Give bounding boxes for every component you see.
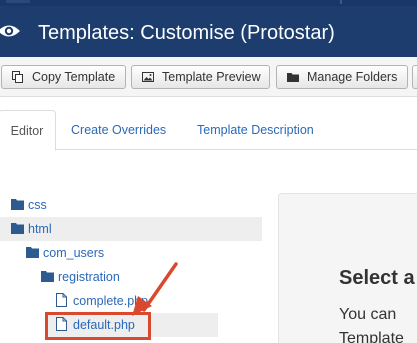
panel-text: You can — [339, 306, 397, 323]
tab-bar: Editor Create Overrides Template Descrip… — [0, 110, 417, 151]
template-preview-button[interactable]: Template Preview — [131, 65, 270, 89]
annotation-arrow-icon — [132, 262, 178, 316]
info-panel: Select a You can Template — [278, 193, 417, 343]
folder-icon — [287, 73, 299, 82]
copy-template-label: Copy Template — [32, 70, 116, 84]
tab-template-description[interactable]: Template Description — [197, 110, 314, 150]
tree-item-label: html — [28, 222, 52, 236]
template-preview-label: Template Preview — [162, 70, 261, 84]
top-strip-divider — [340, 0, 342, 4]
panel-text: Template — [339, 330, 404, 343]
manage-folders-button[interactable]: Manage Folders — [276, 65, 408, 89]
folder-icon — [26, 247, 39, 258]
tree-item-label: registration — [58, 270, 120, 284]
copy-template-button[interactable]: Copy Template — [1, 65, 126, 89]
tab-create-overrides[interactable]: Create Overrides — [71, 110, 166, 150]
image-icon — [142, 72, 154, 82]
folder-icon — [11, 199, 24, 210]
folder-icon — [11, 223, 24, 234]
eye-icon — [0, 25, 20, 37]
page-title: Templates: Customise (Protostar) — [38, 22, 335, 44]
page-header: Templates: Customise (Protostar) — [0, 6, 417, 57]
tab-editor[interactable]: Editor — [0, 110, 56, 151]
more-button[interactable] — [412, 65, 417, 89]
folder-icon — [41, 271, 54, 282]
manage-folders-label: Manage Folders — [307, 70, 398, 84]
tree-item-label: css — [28, 198, 47, 212]
toolbar: Copy Template Template Preview Manage Fo… — [0, 57, 417, 97]
top-strip-mark — [6, 0, 30, 3]
tree-item-label: com_users — [43, 246, 105, 260]
file-icon — [56, 293, 67, 307]
panel-title: Select a — [339, 267, 415, 289]
copy-icon — [12, 71, 23, 83]
